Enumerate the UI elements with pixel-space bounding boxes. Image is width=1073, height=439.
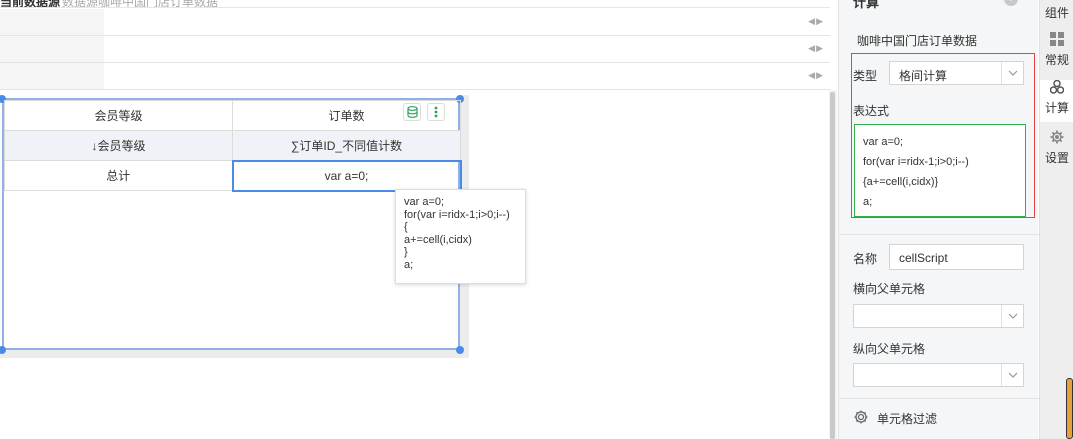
cell-toolbar — [403, 103, 445, 121]
divider — [839, 234, 1039, 235]
filter-row-label — [0, 63, 104, 89]
scrollbar-thumb[interactable] — [830, 92, 835, 439]
tooltip-line: } — [404, 246, 408, 258]
cell-filter-button[interactable]: 单元格过滤 — [853, 409, 937, 428]
table-cell[interactable]: ↓会员等级 — [4, 130, 233, 161]
filter-row-3[interactable]: ◀▶ — [0, 63, 830, 90]
tooltip-line: for(var i=ridx-1;i>0;i--) — [404, 208, 510, 221]
grid-icon — [1040, 32, 1073, 49]
code-line: {a+=cell(i,cidx)} — [863, 176, 939, 188]
side-tab-strip: 组件 常规 计算 设置 — [1039, 0, 1073, 439]
tab-calc[interactable]: 计算 — [1040, 79, 1073, 122]
row-scroll-arrows-icon[interactable]: ◀▶ — [808, 70, 824, 81]
type-label: 类型 — [853, 69, 878, 83]
h-parent-select[interactable] — [853, 304, 1024, 328]
help-icon[interactable]: ? — [1004, 0, 1018, 6]
chevron-down-icon — [1001, 62, 1023, 84]
crosstab-table: 会员等级 订单数 ↓会员等级 ∑订单ID_不同值计数 总计 var a=0; — [4, 100, 462, 192]
expression-editor[interactable]: var a=0; for(var i=ridx-1;i>0;i--) {a+=c… — [854, 124, 1026, 217]
panel-title: 计算 — [853, 0, 880, 10]
chevron-down-icon — [1001, 305, 1023, 327]
name-input[interactable]: cellScript — [889, 244, 1024, 270]
side-scroll-indicator[interactable] — [1066, 378, 1073, 439]
canvas-scrollbar[interactable] — [829, 90, 837, 439]
tab-label: 设置 — [1044, 151, 1069, 165]
tab-general[interactable]: 常规 — [1040, 32, 1073, 72]
cell-filter-label: 单元格过滤 — [877, 412, 938, 426]
code-line: a; — [863, 196, 873, 208]
v-parent-select[interactable] — [853, 363, 1024, 387]
code-line: var a=0; — [863, 136, 904, 148]
property-panel: 计算 ? 咖啡中国门店订单数据 类型 格间计算 表达式 var a=0; for… — [838, 0, 1039, 439]
gear-icon — [853, 409, 869, 428]
row-scroll-arrows-icon[interactable]: ◀▶ — [808, 43, 824, 54]
table-row: 会员等级 订单数 — [4, 100, 461, 131]
widget-shadow — [0, 350, 469, 358]
tab-label: 常规 — [1044, 53, 1069, 67]
tab-label: 计算 — [1044, 101, 1069, 115]
more-vertical-icon[interactable] — [427, 103, 445, 121]
datasource-name: 咖啡中国门店订单数据 — [857, 34, 978, 48]
tab-settings[interactable]: 设置 — [1040, 130, 1073, 170]
table-row: ↓会员等级 ∑订单ID_不同值计数 — [4, 130, 461, 161]
filter-row-label — [0, 36, 104, 62]
h-parent-label: 横向父单元格 — [853, 282, 926, 296]
datasource-subtitle: 数据源咖啡中国门店订单数据 — [62, 0, 219, 8]
cell-expression-tooltip: var a=0; for(var i=ridx-1;i>0;i--) { a+=… — [395, 189, 526, 284]
type-select[interactable]: 格间计算 — [889, 61, 1024, 85]
expression-label: 表达式 — [853, 104, 890, 118]
chevron-down-icon — [1001, 364, 1023, 386]
table-cell[interactable]: 会员等级 — [4, 100, 233, 131]
selected-cell[interactable]: var a=0; — [231, 159, 462, 192]
filter-row-1[interactable]: ◀▶ — [0, 9, 830, 36]
type-select-value: 格间计算 — [899, 69, 948, 83]
datasource-header: 当前数据源 数据源咖啡中国门店订单数据 — [0, 0, 830, 8]
table-row: 总计 var a=0; — [4, 159, 462, 192]
report-designer: 当前数据源 数据源咖啡中国门店订单数据 ◀▶ ◀▶ ◀▶ 会员等级 订单数 ↓会员… — [0, 0, 1073, 439]
row-scroll-arrows-icon[interactable]: ◀▶ — [808, 16, 824, 27]
calc-icon — [1040, 79, 1073, 97]
gear-icon — [1040, 130, 1073, 147]
tooltip-line: { — [404, 221, 408, 233]
table-cell[interactable]: 总计 — [4, 160, 233, 191]
tab-label: 组件 — [1044, 6, 1069, 20]
datasource-title: 当前数据源 — [0, 0, 61, 8]
divider — [839, 398, 1039, 399]
filter-row-label — [0, 9, 104, 35]
tooltip-line: a+=cell(i,cidx) — [404, 233, 472, 246]
name-input-value: cellScript — [899, 251, 948, 265]
tab-component[interactable]: 组件 — [1040, 4, 1073, 28]
resize-handle[interactable] — [456, 346, 464, 354]
datasource-icon[interactable] — [403, 103, 421, 121]
tooltip-line: var a=0; — [404, 196, 445, 208]
table-cell[interactable]: ∑订单ID_不同值计数 — [232, 130, 461, 161]
filter-row-2[interactable]: ◀▶ — [0, 36, 830, 63]
v-parent-label: 纵向父单元格 — [853, 342, 926, 356]
tooltip-line: a; — [404, 258, 414, 271]
code-line: for(var i=ridx-1;i>0;i--) — [863, 156, 969, 168]
name-label: 名称 — [853, 252, 878, 266]
